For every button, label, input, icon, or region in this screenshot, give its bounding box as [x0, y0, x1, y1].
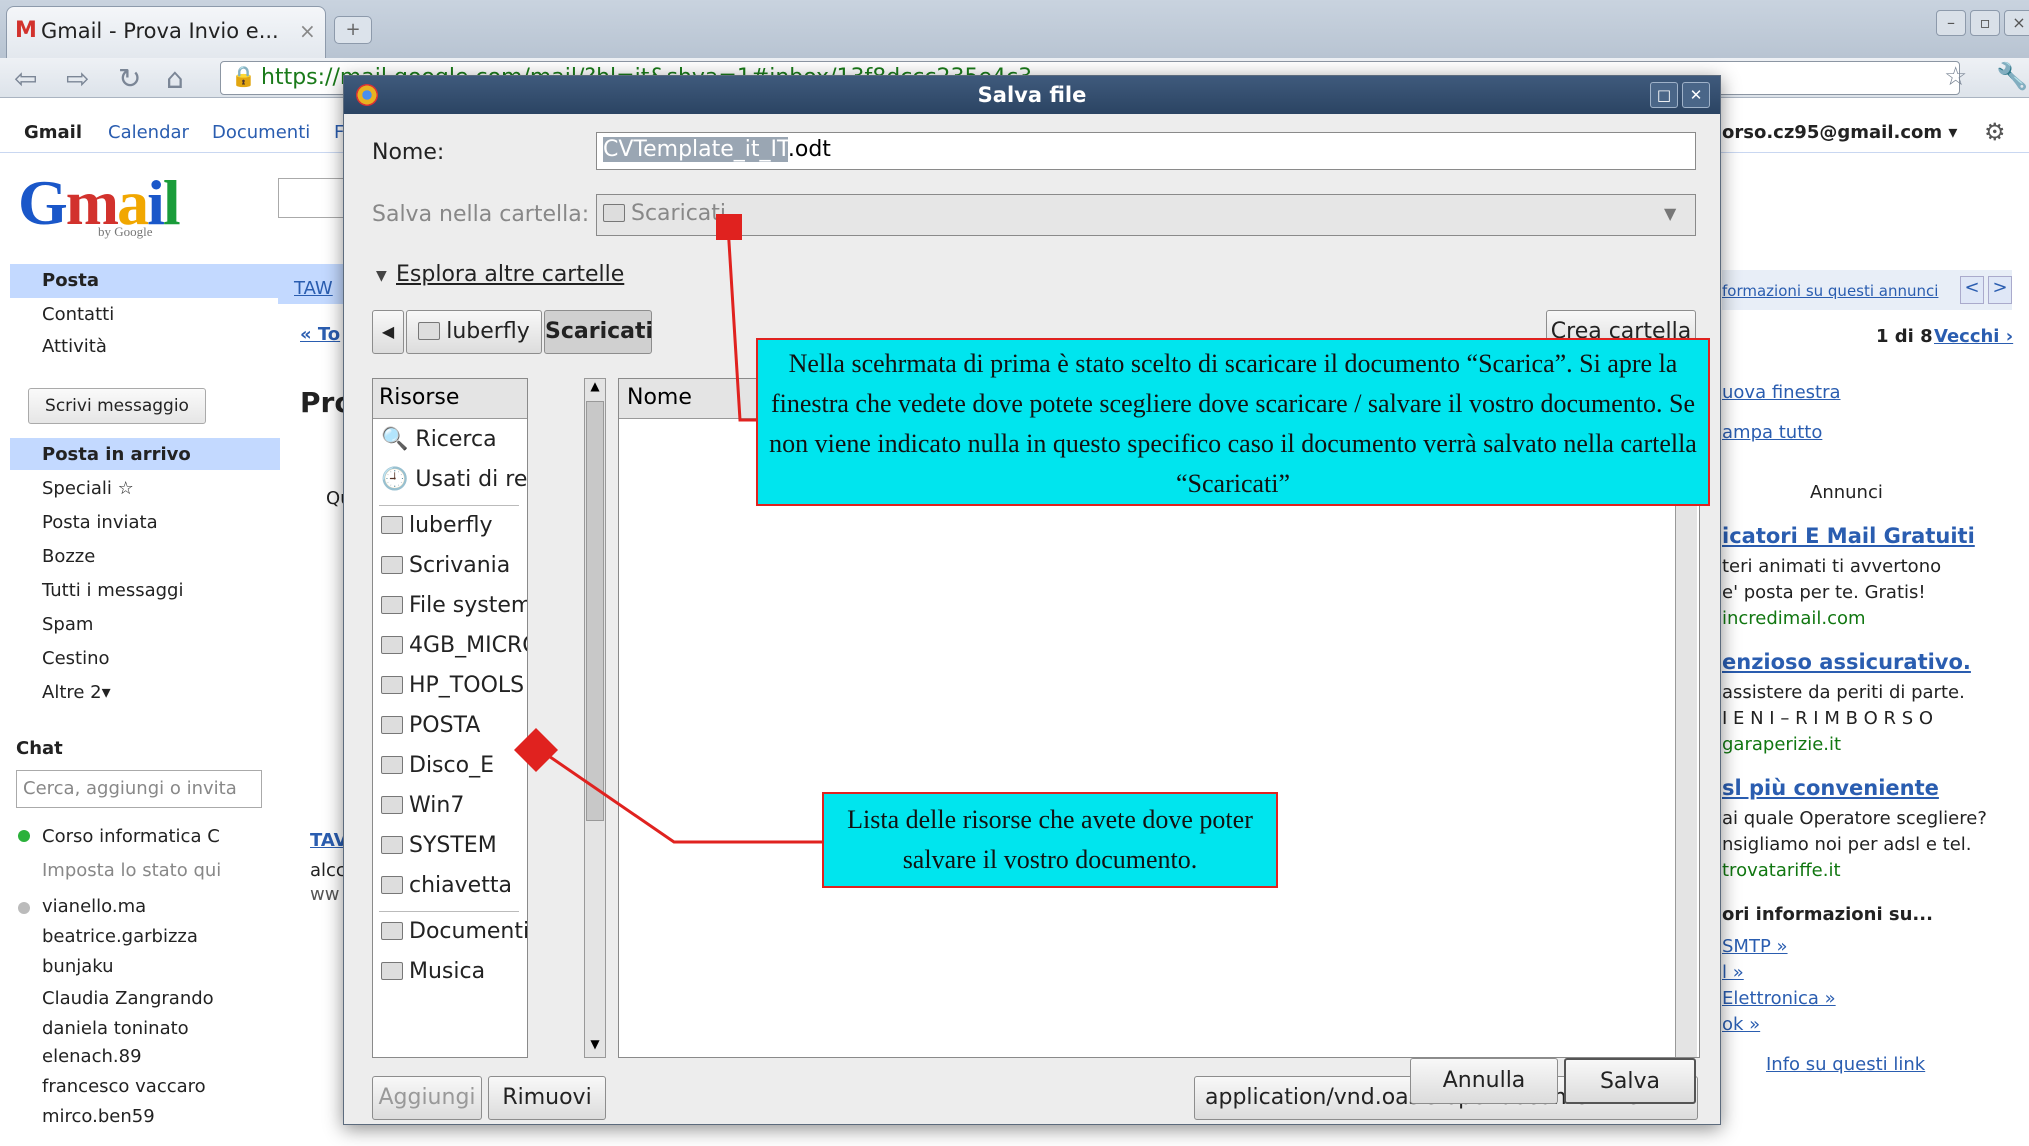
- screen: M Gmail - Prova Invio e... × + – ▫ × ⇦ ⇨…: [0, 0, 2029, 1146]
- top-arrow-head: [716, 214, 742, 240]
- annotation-arrows: [514, 214, 824, 844]
- callout-top: Nella scehrmata di prima è stato scelto …: [756, 338, 1710, 506]
- bottom-arrow-head: [514, 728, 558, 772]
- callout-bottom: Lista delle risorse che avete dove poter…: [822, 792, 1278, 888]
- bottom-arrow-line: [539, 748, 824, 844]
